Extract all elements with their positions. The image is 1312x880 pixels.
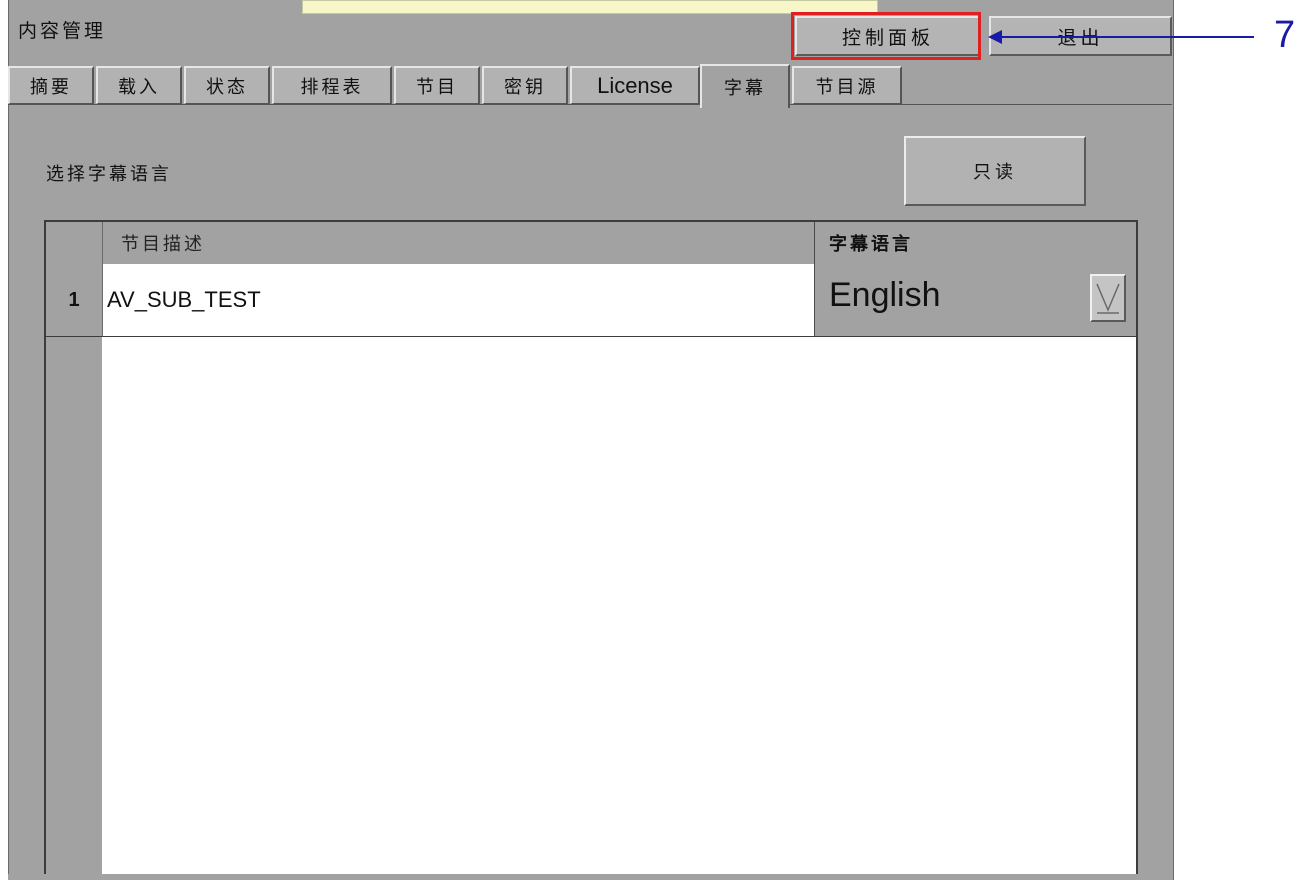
- tab-subtitle[interactable]: 字幕: [700, 64, 790, 108]
- table-row[interactable]: 1 AV_SUB_TEST English: [46, 264, 1136, 337]
- tab-keys[interactable]: 密钥: [482, 66, 568, 104]
- table-header: 节目描述 字幕语言: [46, 222, 1136, 265]
- header-subtitle-language[interactable]: 字幕语言: [814, 222, 1136, 264]
- subtitle-language-select[interactable]: English: [814, 264, 1136, 336]
- dropdown-button[interactable]: [1090, 274, 1126, 322]
- callout-number: 7: [1274, 14, 1296, 56]
- tab-bar-baseline: [8, 104, 1172, 105]
- select-subtitle-language-label: 选择字幕语言: [46, 164, 172, 185]
- header-program-description[interactable]: 节目描述: [102, 222, 814, 264]
- readonly-button[interactable]: 只读: [904, 136, 1086, 206]
- tab-program-source[interactable]: 节目源: [792, 66, 902, 104]
- cell-program-description[interactable]: AV_SUB_TEST: [102, 264, 814, 336]
- row-number[interactable]: 1: [46, 264, 103, 336]
- callout-arrow-line: [1000, 36, 1254, 38]
- tab-status[interactable]: 状态: [184, 66, 270, 104]
- tab-bar: 摘要 载入 状态 排程表 节目 密钥 License 字幕 节目源: [8, 64, 1172, 108]
- tab-summary[interactable]: 摘要: [8, 66, 94, 104]
- callout-highlight-box: [791, 12, 981, 60]
- dropdown-arrow-icon: [1096, 283, 1120, 314]
- window-bottom-edge: [8, 874, 1172, 880]
- subtitle-language-value[interactable]: English: [829, 276, 941, 315]
- table-empty-area: [102, 337, 1136, 880]
- tab-load[interactable]: 载入: [96, 66, 182, 104]
- tab-license[interactable]: License: [570, 66, 700, 104]
- app-title: 内容管理: [18, 20, 107, 42]
- tab-program[interactable]: 节目: [394, 66, 480, 104]
- tab-schedule[interactable]: 排程表: [272, 66, 392, 104]
- subtitle-table: 节目描述 字幕语言 1 AV_SUB_TEST English: [44, 220, 1138, 880]
- callout-arrow-head-icon: [988, 30, 1002, 44]
